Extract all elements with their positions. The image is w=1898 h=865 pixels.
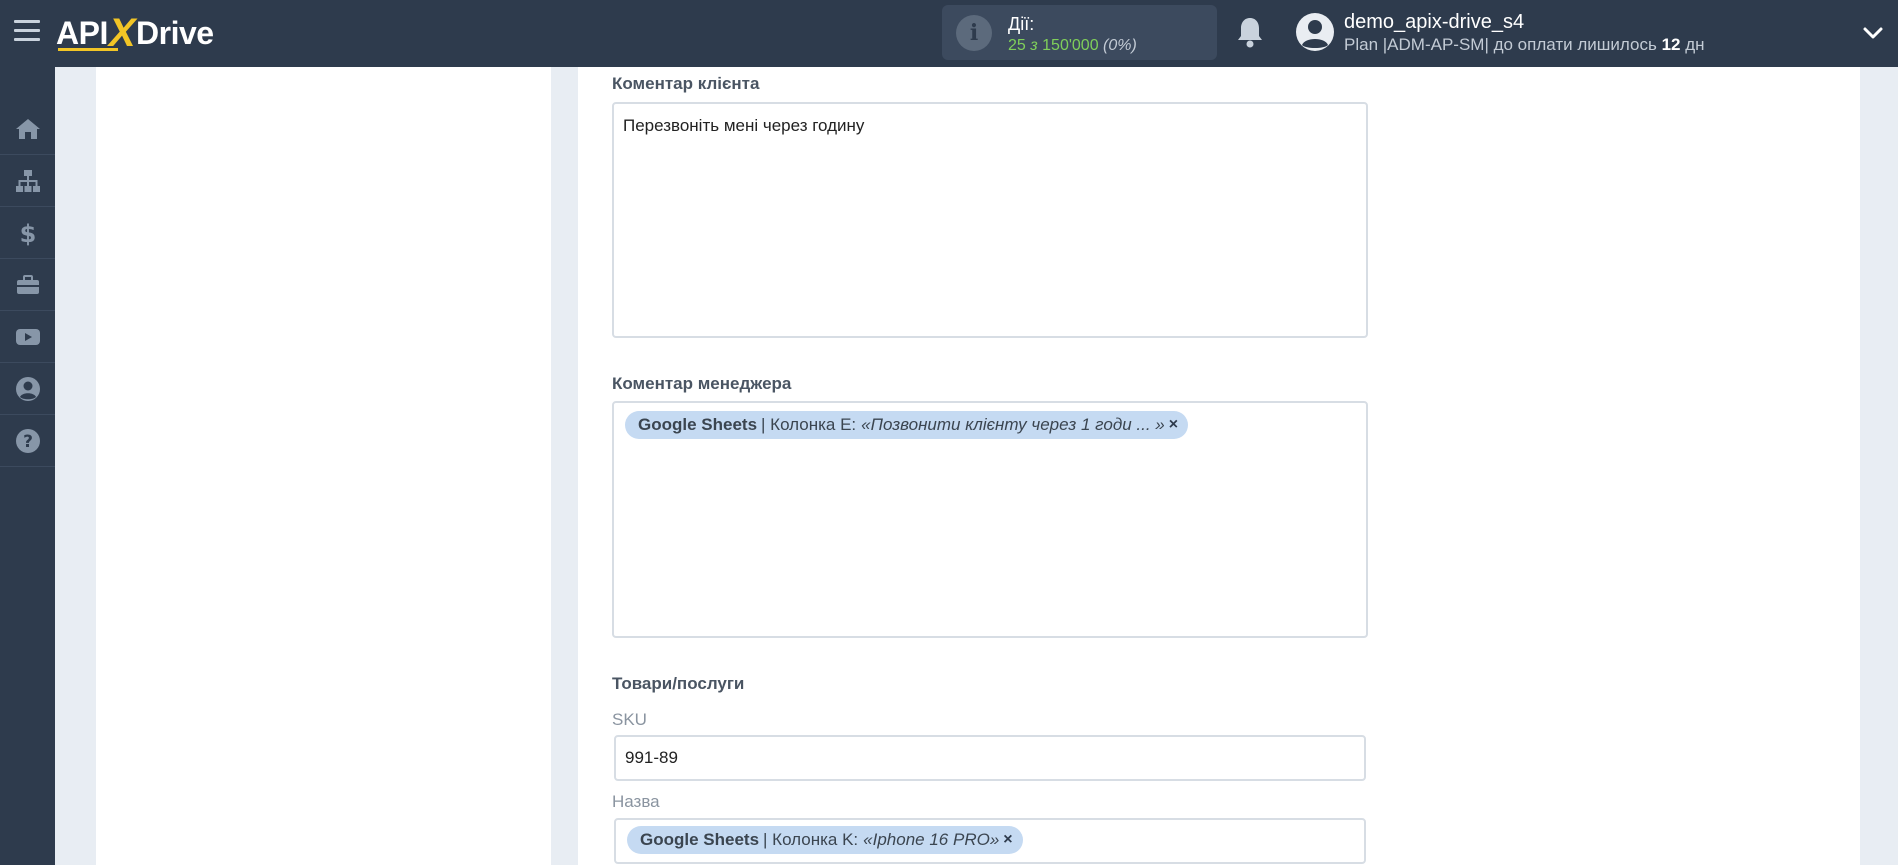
user-plan: Plan |ADM-AP-SM| до оплати лишилось 12 д… xyxy=(1344,35,1705,55)
sitemap-icon xyxy=(15,170,40,192)
chip-value: «Iphone 16 PRO» xyxy=(863,830,1000,849)
panel-divider xyxy=(551,67,578,865)
actions-count: 25 з 150'000 (0%) xyxy=(1008,37,1137,55)
sidebar-item-billing[interactable]: $ xyxy=(0,208,55,259)
sidebar-item-home[interactable] xyxy=(0,104,55,155)
plan-text: Plan |ADM-AP-SM| до оплати лишилось xyxy=(1344,35,1657,54)
sidebar-item-services[interactable] xyxy=(0,260,55,311)
user-circle-icon xyxy=(15,377,40,401)
chip-column: | Колонка K: xyxy=(763,830,859,849)
sidebar-item-video[interactable] xyxy=(0,312,55,363)
chip-source: Google Sheets xyxy=(638,415,758,434)
sku-value: 991-89 xyxy=(625,748,678,767)
days-left: 12 xyxy=(1661,35,1681,54)
user-avatar-icon[interactable] xyxy=(1296,13,1334,51)
products-section-title: Товари/послуги xyxy=(612,674,745,693)
actions-used: 25 xyxy=(1008,37,1026,54)
dollar-icon: $ xyxy=(19,220,36,246)
sku-label: SKU xyxy=(612,710,647,729)
left-panel xyxy=(96,67,551,865)
actions-counter[interactable]: i Дії: 25 з 150'000 (0%) xyxy=(942,5,1217,60)
info-icon: i xyxy=(956,15,992,51)
actions-limit: 150'000 xyxy=(1042,37,1099,54)
chevron-down-icon[interactable] xyxy=(1862,22,1884,44)
briefcase-icon xyxy=(16,275,39,294)
user-name[interactable]: demo_apix-drive_s4 xyxy=(1344,11,1524,34)
svg-text:?: ? xyxy=(23,432,33,452)
home-icon xyxy=(15,119,40,139)
sidebar-item-connections[interactable] xyxy=(0,156,55,207)
chip-value: «Позвонити клієнту через 1 годи ... » xyxy=(861,415,1165,434)
close-icon[interactable]: × xyxy=(1003,831,1012,849)
sku-input[interactable]: 991-89 xyxy=(614,735,1366,781)
sidebar-item-help[interactable]: ? xyxy=(0,416,55,467)
top-bar: API X Drive i Дії: 25 з 150'000 (0%) demo_… xyxy=(0,0,1898,67)
sidebar: $ ? xyxy=(0,67,55,865)
logo-api-text: API xyxy=(56,14,108,51)
actions-title: Дії: xyxy=(1008,14,1035,34)
youtube-icon xyxy=(15,329,40,345)
help-icon: ? xyxy=(15,429,40,453)
client-comment-value: Перезвоніть мені через годину xyxy=(623,116,865,135)
logo-drive-text: Drive xyxy=(136,14,214,51)
product-name-chip[interactable]: Google Sheets | Колонка K: «Iphone 16 PR… xyxy=(627,826,1023,854)
logo-underline xyxy=(58,48,118,51)
client-comment-label: Коментар клієнта xyxy=(612,74,760,93)
days-unit: дн xyxy=(1685,35,1705,54)
bell-icon[interactable] xyxy=(1236,16,1264,48)
svg-text:$: $ xyxy=(19,220,36,246)
product-name-label: Назва xyxy=(612,792,660,811)
chip-source: Google Sheets xyxy=(640,830,760,849)
menu-icon[interactable] xyxy=(14,20,40,44)
actions-percent: (0%) xyxy=(1103,37,1137,54)
sidebar-item-profile[interactable] xyxy=(0,364,55,415)
close-icon[interactable]: × xyxy=(1169,416,1178,434)
client-comment-textarea[interactable]: Перезвоніть мені через годину xyxy=(612,102,1368,338)
actions-of: з xyxy=(1030,37,1038,54)
manager-comment-chip[interactable]: Google Sheets | Колонка E: «Позвонити кл… xyxy=(625,411,1189,439)
chip-column: | Колонка E: xyxy=(761,415,857,434)
manager-comment-label: Коментар менеджера xyxy=(612,374,792,393)
